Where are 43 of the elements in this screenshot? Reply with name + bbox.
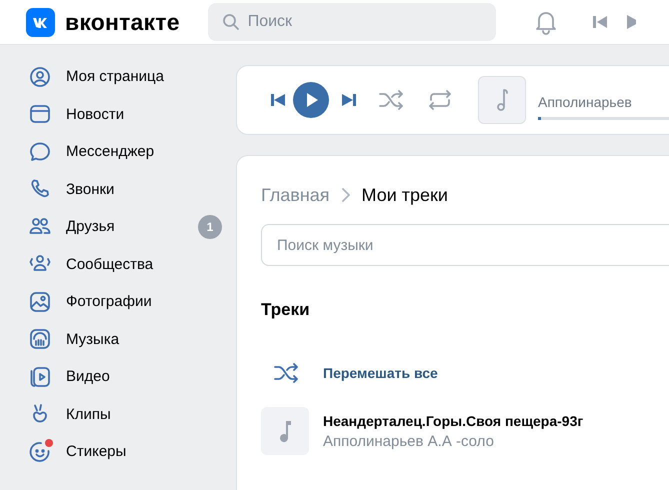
menu-item-icon bbox=[29, 66, 51, 88]
menu-item-icon bbox=[29, 440, 51, 463]
menu-item-icon bbox=[29, 140, 51, 163]
previous-icon[interactable] bbox=[592, 14, 608, 30]
repeat-icon[interactable] bbox=[427, 89, 453, 111]
menu-item-icon bbox=[29, 366, 51, 388]
sidebar-item[interactable]: Новости bbox=[0, 96, 222, 133]
sidebar-item[interactable]: Сообщества bbox=[0, 246, 222, 283]
play-button[interactable] bbox=[293, 82, 329, 118]
chevron-icon bbox=[342, 188, 350, 202]
search-icon bbox=[222, 13, 240, 31]
menu-item-icon bbox=[29, 328, 51, 350]
sidebar-item[interactable]: Звонки bbox=[0, 170, 222, 208]
sidebar-item[interactable]: Мессенджер bbox=[0, 133, 222, 170]
bell-icon[interactable] bbox=[534, 9, 558, 35]
next-button[interactable] bbox=[341, 92, 357, 108]
sidebar-item[interactable]: Музыка bbox=[0, 320, 222, 358]
music-note-icon bbox=[495, 88, 509, 112]
track-artist: Апполинарьев bbox=[538, 94, 633, 110]
menu-item-icon bbox=[29, 103, 51, 126]
shuffle-icon[interactable] bbox=[378, 89, 404, 111]
sidebar-item[interactable]: Видео bbox=[0, 358, 222, 396]
search-field[interactable]: Поиск bbox=[208, 3, 496, 41]
shuffle-icon bbox=[273, 362, 299, 384]
play-icon[interactable] bbox=[626, 14, 636, 30]
sidebar-item[interactable]: Клипы bbox=[0, 396, 222, 433]
music-search-field[interactable]: Поиск музыки bbox=[261, 224, 669, 266]
track-cover[interactable] bbox=[261, 407, 309, 455]
section-title: Треки bbox=[261, 300, 311, 320]
sidebar-item[interactable]: Моя страница bbox=[0, 58, 222, 96]
sidebar-item[interactable]: Стикеры bbox=[0, 433, 222, 470]
logo-icon[interactable] bbox=[26, 8, 55, 36]
menu-item-icon bbox=[29, 290, 51, 313]
breadcrumb-link[interactable]: Мои треки bbox=[362, 184, 448, 206]
previous-button[interactable] bbox=[270, 92, 286, 108]
progress-bar[interactable] bbox=[538, 117, 669, 120]
music-note-icon bbox=[278, 419, 292, 443]
sidebar-item[interactable]: Фотографии bbox=[0, 283, 222, 320]
logo-text: вконтакте bbox=[65, 8, 180, 36]
shuffle-all-button[interactable]: Перемешать все bbox=[261, 363, 444, 383]
track-title[interactable]: Неандерталец.Горы.Своя пещера-93г bbox=[323, 412, 584, 428]
count-badge: 1 bbox=[198, 214, 222, 239]
sidebar-item[interactable]: Друзья 1 bbox=[0, 208, 222, 246]
